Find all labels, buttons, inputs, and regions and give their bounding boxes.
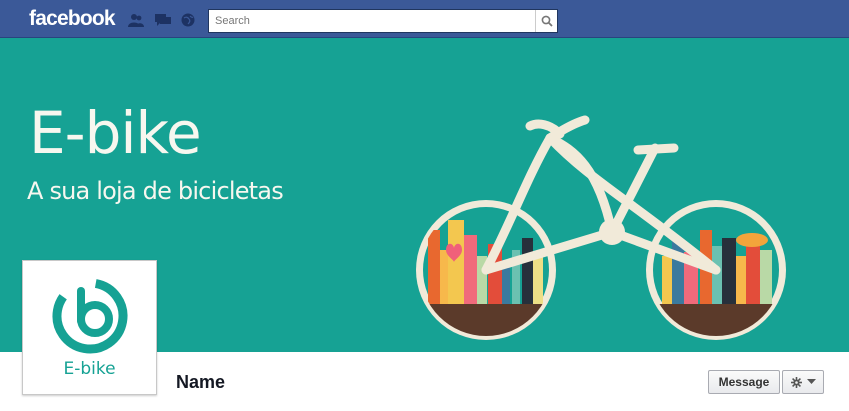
friend-requests-icon[interactable] (128, 13, 144, 27)
message-button[interactable]: Message (708, 370, 780, 394)
profile-picture[interactable]: E-bike (22, 260, 157, 395)
notifications-icon[interactable] (180, 13, 196, 27)
cover-subtitle: A sua loja de bicicletas (27, 177, 284, 205)
search-icon (541, 15, 553, 27)
bicycle-illustration (416, 115, 786, 340)
top-navigation-bar: facebook (0, 0, 849, 38)
page-title[interactable]: Name (176, 372, 225, 393)
search-input[interactable] (209, 10, 535, 32)
search-box[interactable] (208, 9, 558, 33)
profile-brand-name: E-bike (63, 359, 116, 379)
brand-logo (52, 278, 128, 354)
facebook-logo[interactable]: facebook (29, 7, 116, 31)
messages-icon[interactable] (155, 13, 171, 27)
settings-dropdown-button[interactable] (782, 370, 824, 394)
chevron-down-icon (806, 379, 816, 384)
gear-icon (790, 376, 802, 388)
cover-title: E-bike (29, 99, 202, 167)
search-button[interactable] (535, 10, 557, 32)
